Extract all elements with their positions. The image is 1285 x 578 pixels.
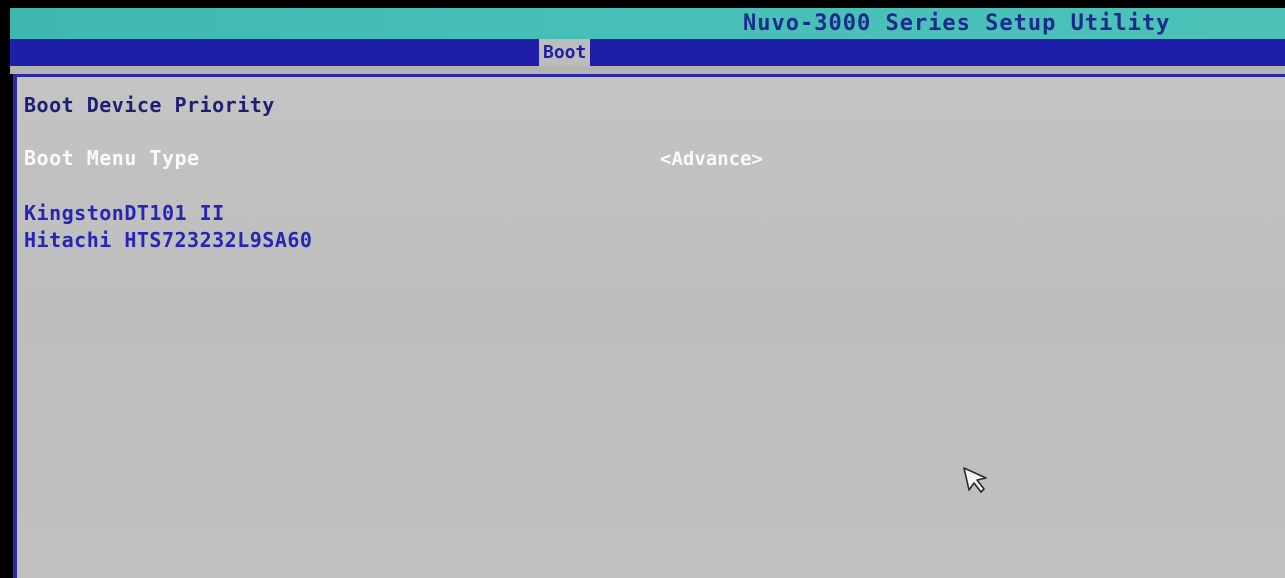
boot-device-item[interactable]: Hitachi HTS723232L9SA60: [24, 228, 312, 252]
boot-device-item[interactable]: KingstonDT101 II: [24, 201, 225, 225]
tab-boot[interactable]: Boot: [539, 39, 591, 66]
app-title: Nuvo-3000 Series Setup Utility: [743, 11, 1171, 36]
title-bar: Nuvo-3000 Series Setup Utility: [10, 8, 1285, 39]
boot-menu-type-value[interactable]: <Advance>: [660, 148, 763, 170]
menu-separator: [10, 66, 1285, 74]
section-title: Boot Device Priority: [24, 93, 275, 117]
bios-setup-screen: Nuvo-3000 Series Setup Utility Boot Boot…: [0, 0, 1285, 578]
menu-bar: Boot: [10, 39, 1285, 66]
boot-settings-panel: Boot Device Priority Boot Menu Type <Adv…: [13, 74, 1285, 578]
boot-menu-type-label[interactable]: Boot Menu Type: [24, 146, 200, 170]
mouse-pointer-icon: [963, 467, 987, 493]
